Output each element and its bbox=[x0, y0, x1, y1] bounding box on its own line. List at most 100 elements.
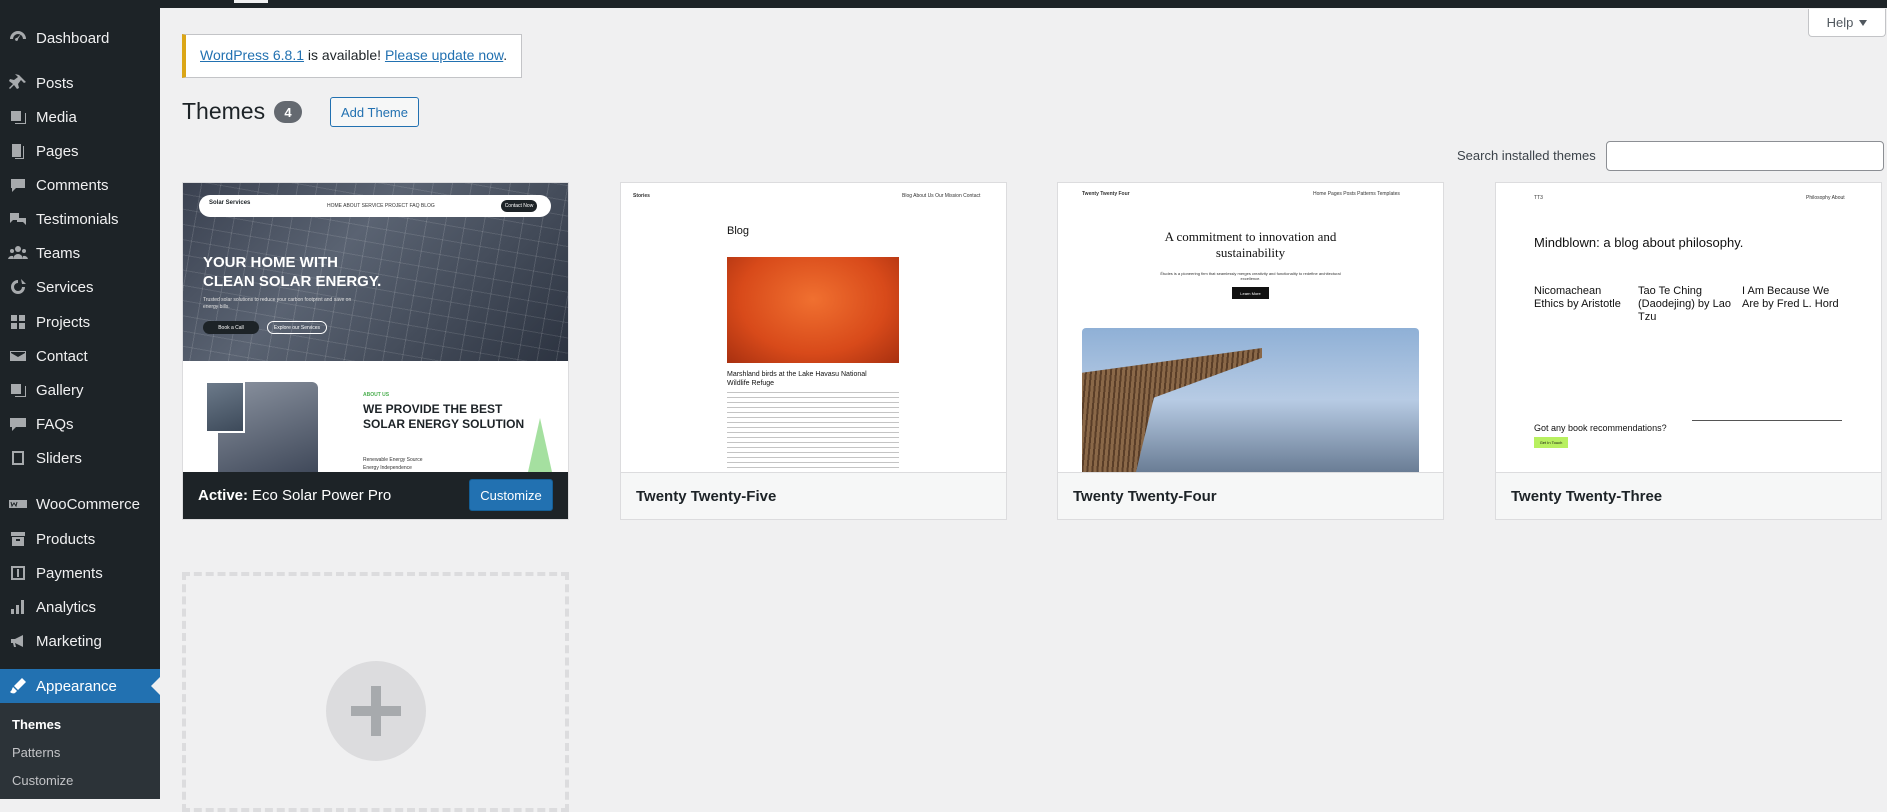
admin-sidebar: Dashboard Posts Media Pages Comments Tes… bbox=[0, 0, 160, 799]
screenshot-headline: YOUR HOME WITH CLEAN SOLAR ENERGY. bbox=[203, 254, 382, 290]
help-label: Help bbox=[1826, 15, 1854, 30]
notice-end: . bbox=[503, 47, 508, 63]
screenshot-headline: Mindblown: a blog about philosophy. bbox=[1534, 235, 1744, 250]
menu-pages[interactable]: Pages bbox=[0, 134, 160, 168]
page-title: Themes bbox=[182, 98, 266, 124]
notice-text: is available! bbox=[304, 47, 385, 63]
dashboard-icon bbox=[0, 28, 36, 48]
submenu-customize[interactable]: Customize bbox=[12, 773, 73, 788]
plus-icon bbox=[326, 661, 426, 761]
menu-label: Pages bbox=[36, 142, 79, 160]
pages-icon bbox=[0, 141, 36, 161]
menu-contact[interactable]: Contact bbox=[0, 339, 160, 373]
menu-label: Appearance bbox=[36, 677, 117, 695]
menu-payments[interactable]: Payments bbox=[0, 556, 160, 590]
megaphone-icon bbox=[0, 631, 36, 651]
menu-appearance[interactable]: Appearance bbox=[0, 669, 160, 703]
menu-label: Products bbox=[36, 530, 96, 548]
search-input[interactable] bbox=[1606, 141, 1884, 171]
pin-icon bbox=[0, 73, 36, 93]
menu-analytics[interactable]: Analytics bbox=[0, 590, 160, 624]
menu-label: Gallery bbox=[36, 381, 84, 399]
theme-count-badge: 4 bbox=[274, 101, 302, 123]
menu-sliders[interactable]: Sliders bbox=[0, 441, 160, 475]
menu-comments[interactable]: Comments bbox=[0, 168, 160, 202]
screenshot-headline: A commitment to innovation and sustainab… bbox=[1164, 229, 1337, 260]
menu-label: Projects bbox=[36, 313, 91, 331]
search-label: Search installed themes bbox=[1457, 148, 1596, 163]
media-icon bbox=[0, 107, 36, 127]
menu-label: Sliders bbox=[36, 449, 82, 467]
menu-teams[interactable]: Teams bbox=[0, 236, 160, 270]
add-theme-button[interactable]: Add Theme bbox=[330, 97, 419, 127]
comment-icon bbox=[0, 175, 36, 195]
menu-posts[interactable]: Posts bbox=[0, 66, 160, 100]
update-now-link[interactable]: Please update now bbox=[385, 47, 503, 63]
services-icon bbox=[0, 277, 36, 297]
menu-marketing[interactable]: Marketing bbox=[0, 624, 160, 658]
menu-media[interactable]: Media bbox=[0, 100, 160, 134]
theme-screenshot: Solar Services HOME ABOUT SERVICE PROJEC… bbox=[183, 183, 568, 472]
menu-services[interactable]: Services bbox=[0, 270, 160, 304]
gallery-icon bbox=[0, 380, 36, 400]
theme-card-eco-solar[interactable]: Solar Services HOME ABOUT SERVICE PROJEC… bbox=[182, 182, 569, 520]
update-notice: WordPress 6.8.1 is available! Please upd… bbox=[182, 34, 522, 78]
theme-name: Twenty Twenty-Four bbox=[1058, 472, 1443, 519]
theme-card-twenty-twenty-four[interactable]: Twenty Twenty Four Home Pages Posts Patt… bbox=[1057, 182, 1444, 520]
theme-screenshot: Stories Blog About Us Our Mission Contac… bbox=[621, 183, 1006, 472]
menu-label: Payments bbox=[36, 564, 103, 582]
theme-name: Eco Solar Power Pro bbox=[252, 487, 392, 504]
theme-name: Twenty Twenty-Three bbox=[1496, 472, 1881, 519]
brush-icon bbox=[0, 676, 36, 696]
menu-dashboard[interactable]: Dashboard bbox=[0, 21, 160, 55]
theme-screenshot: Twenty Twenty Four Home Pages Posts Patt… bbox=[1058, 183, 1443, 472]
faq-icon bbox=[0, 414, 36, 434]
theme-card-twenty-twenty-five[interactable]: Stories Blog About Us Our Mission Contac… bbox=[620, 182, 1007, 520]
slides-icon bbox=[0, 448, 36, 468]
menu-label: Testimonials bbox=[36, 210, 119, 228]
menu-label: Analytics bbox=[36, 598, 97, 616]
menu-label: Teams bbox=[36, 244, 81, 262]
menu-testimonials[interactable]: Testimonials bbox=[0, 202, 160, 236]
menu-label: Marketing bbox=[36, 632, 102, 650]
submenu-patterns[interactable]: Patterns bbox=[12, 745, 60, 760]
appearance-submenu: Themes Patterns Customize bbox=[0, 703, 160, 799]
menu-projects[interactable]: Projects bbox=[0, 305, 160, 339]
chart-icon bbox=[0, 597, 36, 617]
current-menu-arrow bbox=[151, 677, 160, 695]
menu-label: Media bbox=[36, 108, 77, 126]
menu-label: Contact bbox=[36, 347, 88, 365]
theme-name-bar: Active: Eco Solar Power Pro Customize bbox=[183, 472, 568, 519]
active-label: Active: bbox=[198, 487, 249, 504]
theme-name: Twenty Twenty-Five bbox=[621, 472, 1006, 519]
help-tab[interactable]: Help bbox=[1808, 9, 1886, 37]
submenu-themes[interactable]: Themes bbox=[12, 717, 61, 732]
menu-faqs[interactable]: FAQs bbox=[0, 407, 160, 441]
admin-bar bbox=[0, 0, 1887, 8]
menu-label: WooCommerce bbox=[36, 495, 140, 513]
version-link[interactable]: WordPress 6.8.1 bbox=[200, 47, 304, 63]
add-new-theme-card[interactable] bbox=[182, 572, 569, 812]
caret-down-icon bbox=[1859, 19, 1868, 26]
testimonial-icon bbox=[0, 209, 36, 229]
menu-products[interactable]: Products bbox=[0, 522, 160, 556]
archive-icon bbox=[0, 529, 36, 549]
theme-screenshot: TT3 Philosophy About Mindblown: a blog a… bbox=[1496, 183, 1881, 472]
menu-gallery[interactable]: Gallery bbox=[0, 373, 160, 407]
payments-icon bbox=[0, 563, 36, 583]
customize-button[interactable]: Customize bbox=[469, 479, 553, 511]
menu-label: Dashboard bbox=[36, 29, 110, 47]
menu-label: Comments bbox=[36, 176, 109, 194]
groups-icon bbox=[0, 243, 36, 263]
menu-label: Posts bbox=[36, 74, 74, 92]
menu-label: FAQs bbox=[36, 415, 74, 433]
screenshot-nav: Solar Services HOME ABOUT SERVICE PROJEC… bbox=[199, 195, 551, 217]
screenshot-image bbox=[205, 381, 245, 433]
email-icon bbox=[0, 346, 36, 366]
screenshot-image bbox=[727, 257, 899, 363]
woocommerce-icon bbox=[0, 494, 36, 514]
menu-label: Services bbox=[36, 278, 94, 296]
portfolio-icon bbox=[0, 312, 36, 332]
theme-card-twenty-twenty-three[interactable]: TT3 Philosophy About Mindblown: a blog a… bbox=[1495, 182, 1882, 520]
menu-woocommerce[interactable]: WooCommerce bbox=[0, 487, 160, 521]
